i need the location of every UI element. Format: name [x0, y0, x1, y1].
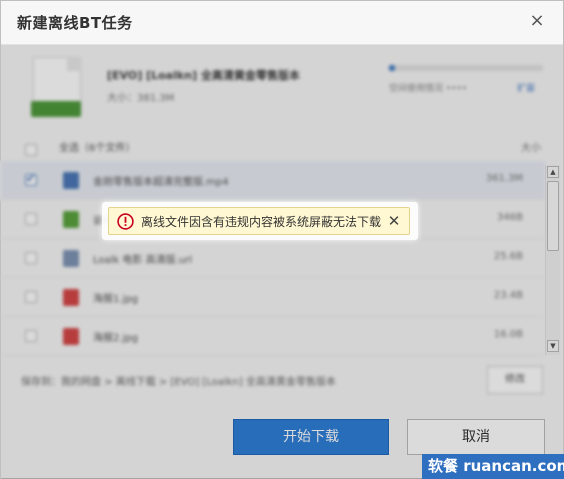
toast-message: 离线文件因含有违规内容被系统屏蔽无法下载 — [141, 215, 382, 229]
dialog-titlebar: 新建离线BT任务 × — [1, 1, 563, 45]
dialog-title: 新建离线BT任务 — [17, 14, 133, 32]
dim-overlay — [1, 45, 563, 479]
error-toast: 离线文件因含有违规内容被系统屏蔽无法下载 ✕ — [108, 207, 410, 235]
error-circle-icon — [117, 213, 134, 230]
toast-close-icon[interactable]: ✕ — [385, 211, 403, 231]
close-icon[interactable]: × — [525, 9, 549, 33]
watermark: 软餐 ruancan.com — [422, 454, 564, 479]
